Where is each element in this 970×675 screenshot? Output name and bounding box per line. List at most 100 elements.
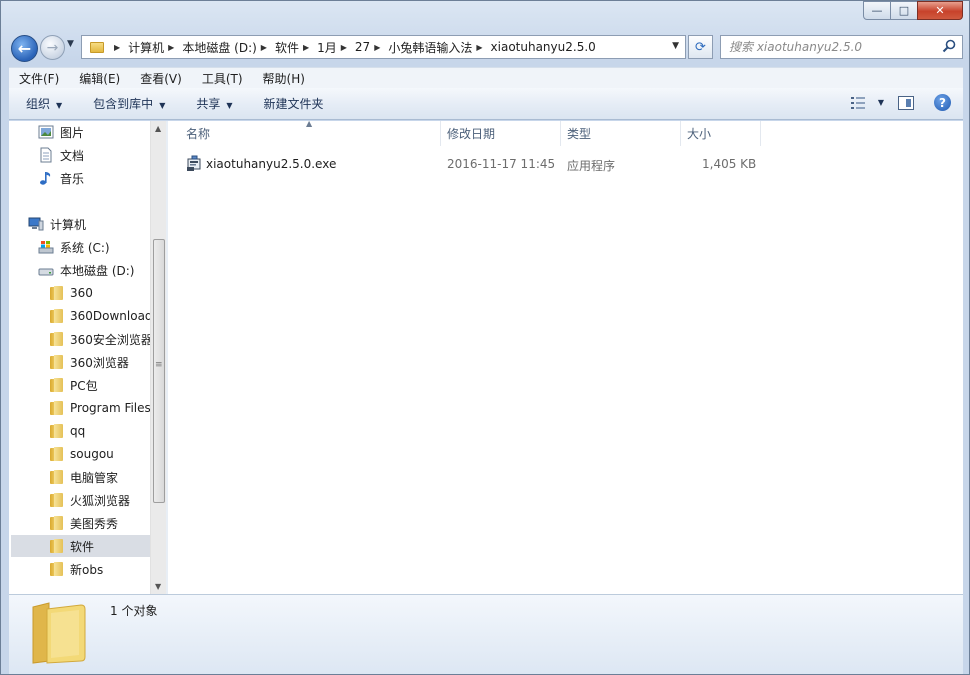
back-button[interactable]: ← bbox=[11, 35, 38, 62]
tree-item-folder-selected[interactable]: 软件 bbox=[11, 535, 151, 557]
menu-view[interactable]: 查看(V) bbox=[130, 70, 192, 87]
scrollbar-thumb[interactable] bbox=[153, 239, 165, 503]
file-type: 应用程序 bbox=[567, 159, 616, 173]
tree-item-label: 图片 bbox=[60, 125, 85, 140]
refresh-button[interactable]: ⟳ bbox=[688, 35, 713, 59]
breadcrumb-computer[interactable]: 计算机 bbox=[128, 39, 164, 56]
explorer-window: — □ ✕ ← → ▼ ▶ 计算机 ▶ 本地磁盘 (D:) ▶ 软件 ▶ 1月 … bbox=[0, 0, 970, 675]
menu-bar: 文件(F) 编辑(E) 查看(V) 工具(T) 帮助(H) bbox=[9, 67, 963, 88]
breadcrumb-xiaotu-korean-ime[interactable]: 小兔韩语输入法 bbox=[388, 39, 472, 56]
forward-arrow-icon: → bbox=[46, 39, 59, 56]
tree-item-label: PC包 bbox=[70, 378, 98, 393]
breadcrumb-current-folder[interactable]: xiaotuhanyu2.5.0 bbox=[491, 40, 596, 54]
breadcrumb-separator-icon[interactable]: ▶ bbox=[168, 43, 174, 52]
recent-pages-dropdown[interactable]: ▼ bbox=[67, 39, 74, 49]
column-header-modified[interactable]: 修改日期 bbox=[447, 121, 495, 146]
new-folder-button[interactable]: 新建文件夹 bbox=[247, 95, 338, 112]
command-bar-right: ▼ ? bbox=[850, 94, 951, 111]
menu-file[interactable]: 文件(F) bbox=[9, 70, 69, 87]
item-count: 1 个对象 bbox=[110, 604, 158, 618]
sort-ascending-icon: ▲ bbox=[306, 119, 313, 128]
folder-icon bbox=[50, 355, 63, 369]
search-input[interactable] bbox=[729, 40, 939, 54]
organize-label: 组织 bbox=[26, 97, 51, 111]
chevron-down-icon: ▼ bbox=[56, 101, 63, 110]
breadcrumb-january[interactable]: 1月 bbox=[317, 39, 337, 56]
breadcrumb-software[interactable]: 软件 bbox=[275, 39, 299, 56]
maximize-button[interactable]: □ bbox=[890, 1, 918, 20]
menu-tools[interactable]: 工具(T) bbox=[192, 70, 253, 87]
tree-item-label: 软件 bbox=[70, 539, 95, 554]
tree-item-label: 计算机 bbox=[50, 217, 87, 232]
breadcrumb-separator-icon[interactable]: ▶ bbox=[261, 43, 267, 52]
folder-icon bbox=[50, 562, 63, 576]
tree-item-label: 音乐 bbox=[60, 171, 85, 186]
documents-icon bbox=[40, 147, 52, 163]
computer-icon bbox=[28, 217, 44, 231]
forward-button[interactable]: → bbox=[40, 35, 65, 60]
tree-item-label: Program Files bbox=[70, 401, 151, 415]
tree-item-label: 360浏览器 bbox=[70, 355, 129, 370]
preview-pane-icon[interactable] bbox=[898, 95, 914, 110]
folder-icon bbox=[50, 309, 63, 323]
column-header-size[interactable]: 大小 bbox=[687, 121, 711, 146]
breadcrumb-separator-icon[interactable]: ▶ bbox=[303, 43, 309, 52]
hard-drive-icon bbox=[38, 268, 54, 276]
column-header-name[interactable]: 名称 bbox=[186, 121, 210, 146]
search-box[interactable] bbox=[720, 35, 963, 59]
file-modified-date: 2016-11-17 11:45 bbox=[447, 157, 556, 171]
tree-item-label: 本地磁盘 (D:) bbox=[60, 263, 135, 278]
view-options-dropdown-icon[interactable]: ▼ bbox=[878, 98, 884, 107]
navigation-scrollbar[interactable]: ▲ ▼ bbox=[150, 121, 166, 594]
refresh-icon: ⟳ bbox=[695, 39, 706, 55]
system-drive-icon bbox=[38, 241, 54, 254]
column-divider[interactable] bbox=[440, 121, 441, 146]
address-bar[interactable]: ▶ 计算机 ▶ 本地磁盘 (D:) ▶ 软件 ▶ 1月 ▶ 27 ▶ 小兔韩语输… bbox=[81, 35, 686, 59]
column-divider[interactable] bbox=[760, 121, 761, 146]
tree-item-computer[interactable]: 计算机 bbox=[28, 213, 168, 235]
scroll-up-icon[interactable]: ▲ bbox=[155, 124, 161, 133]
breadcrumb-separator-icon[interactable]: ▶ bbox=[114, 43, 120, 52]
folder-icon bbox=[50, 493, 63, 507]
navigation-row: ← → ▼ ▶ 计算机 ▶ 本地磁盘 (D:) ▶ 软件 ▶ 1月 ▶ 27 ▶… bbox=[9, 33, 963, 62]
column-divider[interactable] bbox=[560, 121, 561, 146]
folder-icon bbox=[50, 424, 63, 438]
chevron-down-icon: ▼ bbox=[226, 101, 233, 110]
file-list: ▲ 名称 修改日期 类型 大小 xiaotuhanyu2.5.0.exe 201… bbox=[168, 119, 963, 594]
breadcrumb-separator-icon[interactable]: ▶ bbox=[341, 43, 347, 52]
column-divider[interactable] bbox=[680, 121, 681, 146]
search-icon[interactable] bbox=[942, 39, 956, 53]
address-dropdown-icon[interactable]: ▼ bbox=[672, 41, 679, 51]
menu-help[interactable]: 帮助(H) bbox=[253, 70, 315, 87]
share-button[interactable]: 共享 ▼ bbox=[179, 95, 246, 112]
pictures-icon bbox=[38, 125, 54, 139]
tree-item-label: 360Download bbox=[70, 309, 153, 323]
change-view-icon[interactable] bbox=[850, 96, 868, 110]
navigation-pane: 图片 文档 音乐 计算机 系统 (C:) 本地磁盘 (D:) 360 360Do… bbox=[9, 121, 166, 594]
folder-icon bbox=[50, 378, 63, 392]
column-header-type[interactable]: 类型 bbox=[567, 121, 591, 146]
breadcrumb-separator-icon[interactable]: ▶ bbox=[374, 43, 380, 52]
breadcrumb-drive-d[interactable]: 本地磁盘 (D:) bbox=[182, 39, 256, 56]
minimize-button[interactable]: — bbox=[863, 1, 891, 20]
file-row[interactable]: xiaotuhanyu2.5.0.exe 2016-11-17 11:45 应用… bbox=[168, 153, 768, 175]
share-label: 共享 bbox=[196, 97, 221, 111]
command-bar: 组织 ▼ 包含到库中 ▼ 共享 ▼ 新建文件夹 ▼ ? bbox=[9, 88, 963, 120]
scroll-down-icon[interactable]: ▼ bbox=[155, 582, 161, 591]
chevron-down-icon: ▼ bbox=[159, 101, 166, 110]
tree-item-label: sougou bbox=[70, 447, 114, 461]
menu-edit[interactable]: 编辑(E) bbox=[69, 70, 130, 87]
folder-icon bbox=[90, 41, 104, 53]
breadcrumb-27[interactable]: 27 bbox=[355, 40, 370, 54]
music-note-icon bbox=[40, 172, 51, 185]
include-library-label: 包含到库中 bbox=[93, 97, 154, 111]
tree-item-label: 新obs bbox=[70, 562, 104, 577]
folder-icon bbox=[50, 401, 63, 415]
include-in-library-button[interactable]: 包含到库中 ▼ bbox=[76, 95, 179, 112]
tree-item-label: 美图秀秀 bbox=[70, 516, 119, 531]
breadcrumb-separator-icon[interactable]: ▶ bbox=[476, 43, 482, 52]
close-button[interactable]: ✕ bbox=[917, 1, 963, 20]
organize-button[interactable]: 组织 ▼ bbox=[9, 95, 76, 112]
help-icon[interactable]: ? bbox=[934, 94, 951, 111]
folder-icon bbox=[50, 516, 63, 530]
